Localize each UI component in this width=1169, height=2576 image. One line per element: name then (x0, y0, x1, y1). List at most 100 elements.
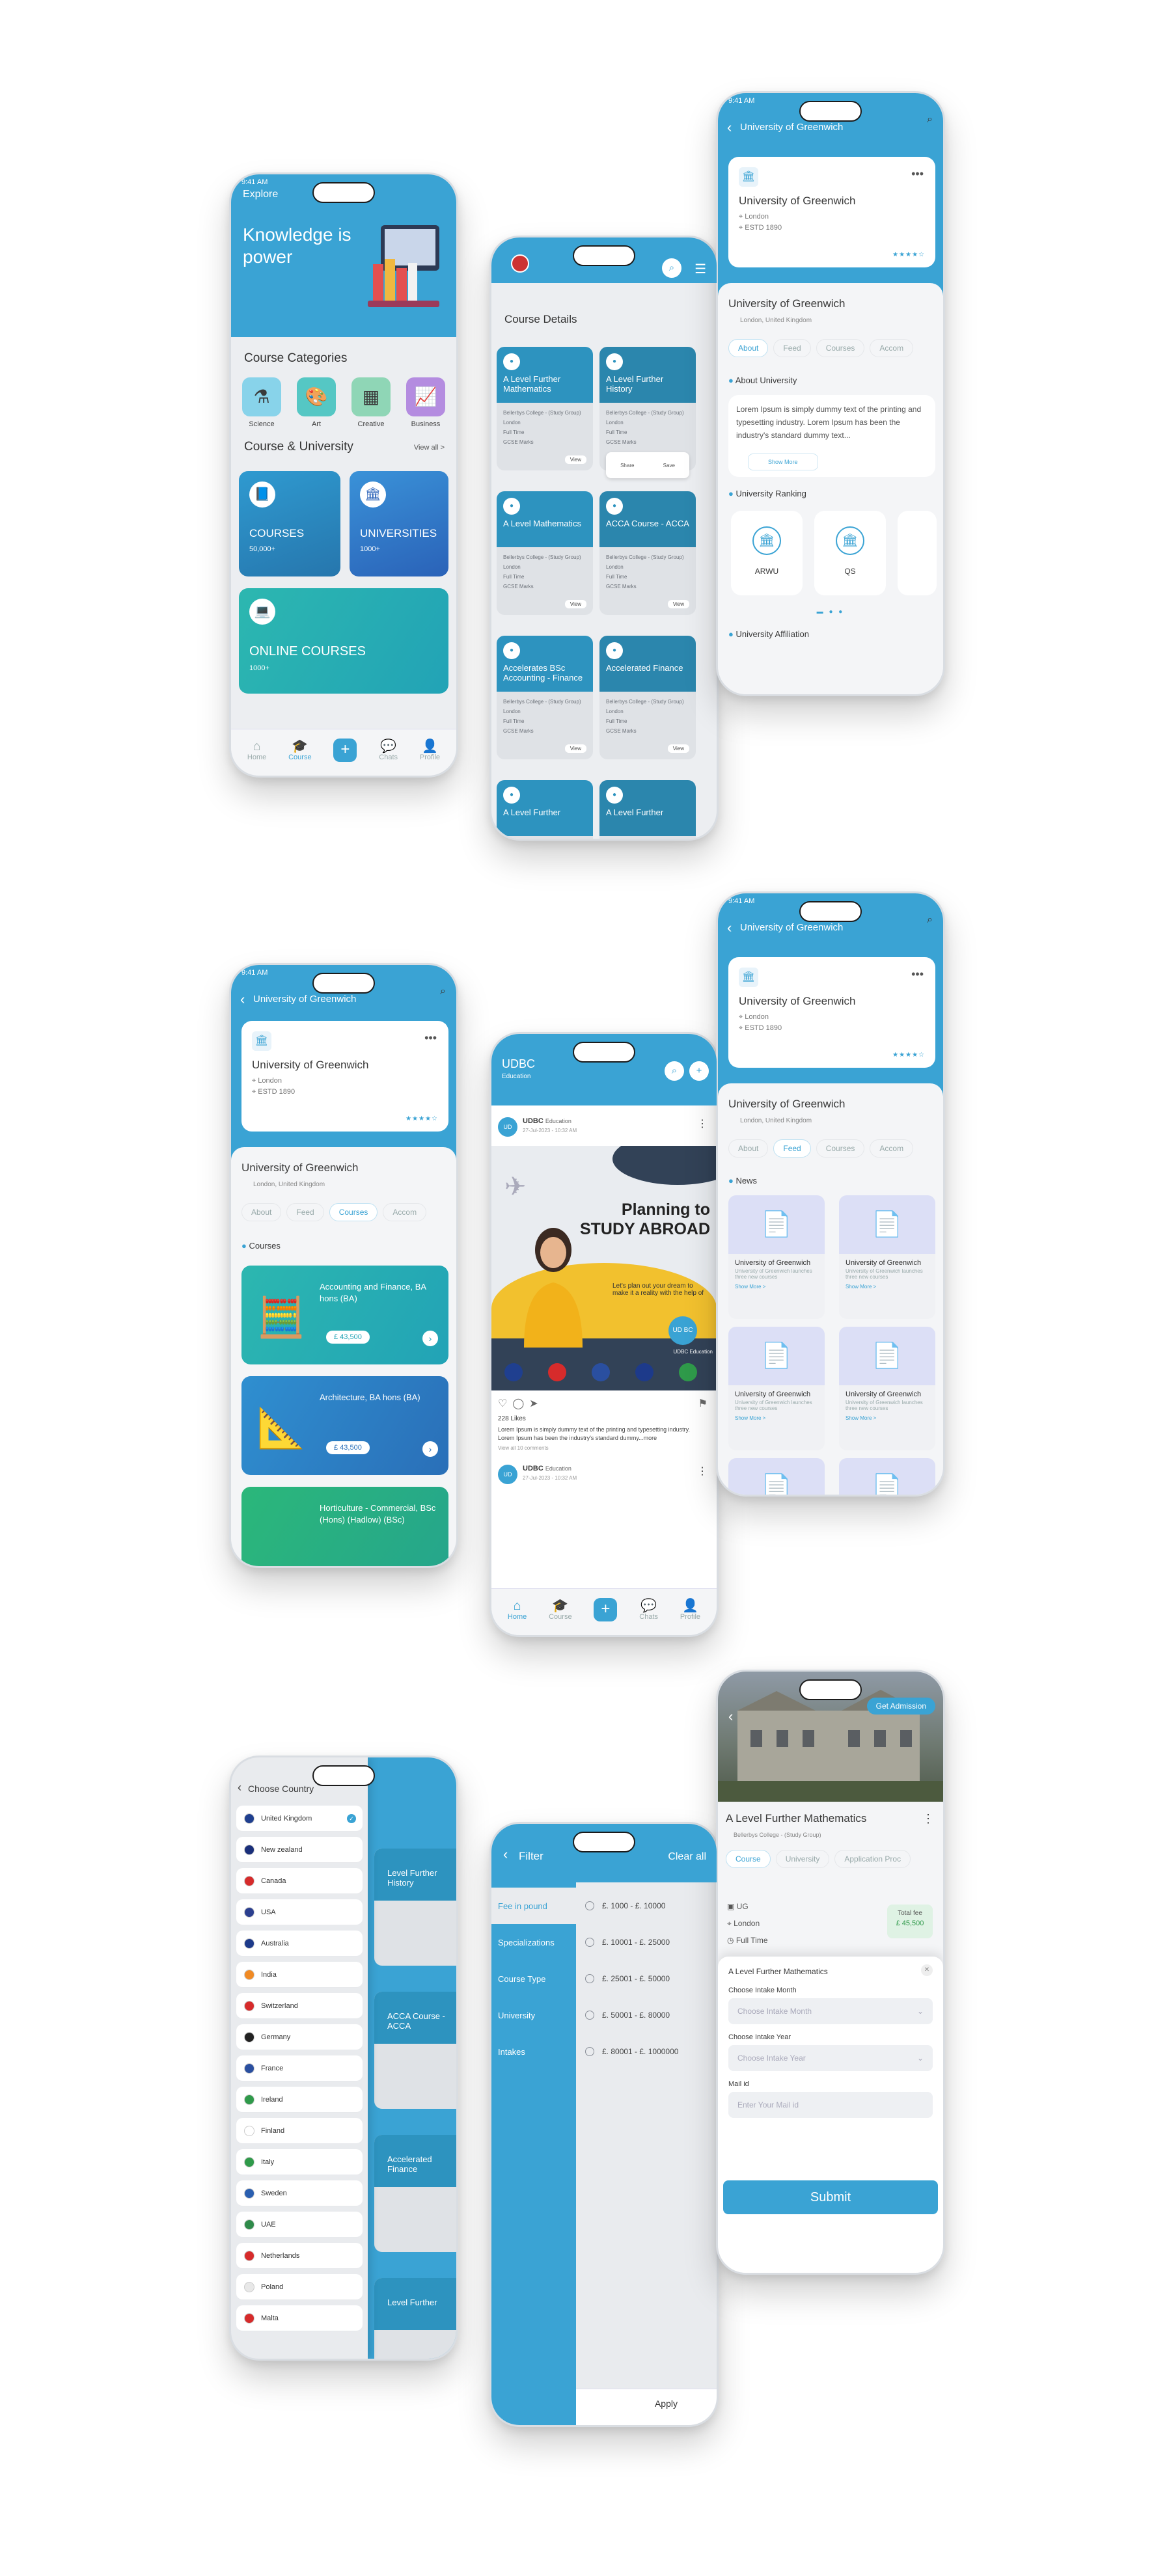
course-card-3[interactable]: Horticulture - Commercial, BSc (Hons) (H… (241, 1487, 448, 1566)
course-tile[interactable]: ● A Level Further Bellerbys College - (Stu… (599, 780, 696, 839)
search-icon[interactable]: ⌕ (662, 258, 681, 278)
country-item[interactable]: Sweden (236, 2180, 363, 2206)
news-show-more[interactable]: Show More > (728, 1411, 825, 1425)
news-show-more[interactable]: Show More > (839, 1280, 935, 1294)
country-item[interactable]: Malta (236, 2305, 363, 2331)
post-avatar[interactable]: UD (498, 1117, 517, 1137)
news-show-more[interactable]: Show More > (839, 1411, 935, 1425)
country-item[interactable]: Ireland (236, 2087, 363, 2113)
course-tile[interactable]: ● Accelerated Finance Bellerbys College - … (599, 636, 696, 759)
tab-course[interactable]: 🎓 Course (549, 1599, 571, 1621)
search-icon[interactable]: ⌕ (665, 1061, 684, 1081)
view-comments-link[interactable]: View all 10 comments (498, 1445, 549, 1451)
tab-accom[interactable]: Accom (870, 1139, 914, 1158)
arrow-right-icon[interactable]: › (422, 1331, 438, 1346)
tab-courses[interactable]: Courses (329, 1203, 378, 1221)
post-banner[interactable]: ✈ Planning to STUDY ABROAD Let's plan ou… (491, 1146, 717, 1390)
uk-flag-icon[interactable] (511, 254, 529, 273)
more-icon[interactable]: ••• (424, 1031, 437, 1045)
course-card-2[interactable]: 📐 Architecture, BA hons (BA) £ 43,500 › (241, 1376, 448, 1475)
view-button[interactable]: View (564, 455, 586, 464)
search-icon[interactable]: ⌕ (927, 114, 933, 126)
tab-university[interactable]: University (775, 1850, 830, 1868)
share-icon[interactable]: ➤ (529, 1398, 543, 1409)
search-icon[interactable]: ⌕ (927, 914, 933, 926)
country-item[interactable]: Netherlands (236, 2243, 363, 2269)
tab-accom[interactable]: Accom (383, 1203, 427, 1221)
country-item[interactable]: Switzerland (236, 1993, 363, 2019)
country-item[interactable]: France (236, 2055, 363, 2081)
country-item[interactable]: United Kingdom ✓ (236, 1806, 363, 1832)
course-more-icon[interactable]: ⋮ (922, 1812, 934, 1826)
tab-course[interactable]: Course (726, 1850, 771, 1868)
apply-button[interactable]: Apply (655, 2398, 678, 2409)
mail-input[interactable]: Enter Your Mail id (728, 2092, 933, 2118)
view-button[interactable]: View (667, 744, 689, 753)
fee-option-5[interactable]: £. 80001 - £. 1000000 (576, 2033, 717, 2070)
tab-about[interactable]: About (728, 339, 769, 357)
category-business[interactable]: 📈 Business (403, 377, 448, 428)
post2-avatar[interactable]: UD (498, 1465, 517, 1484)
view-button[interactable]: View (564, 600, 586, 608)
course-tile[interactable]: ● ACCA Course - ACCA Bellerbys College - (… (599, 491, 696, 615)
tab-about[interactable]: About (728, 1139, 769, 1158)
menu-icon[interactable]: ☰ (695, 261, 706, 277)
tab-feed[interactable]: Feed (286, 1203, 324, 1221)
news-card[interactable]: 📄 University of Greenwich University of Gr… (728, 1327, 825, 1450)
fee-option-1[interactable]: £. 1000 - £. 10000 (576, 1888, 717, 1924)
back-icon[interactable]: ‹ (727, 919, 732, 936)
tab-feed[interactable]: Feed (773, 339, 811, 357)
back-icon[interactable]: ‹ (728, 1708, 733, 1725)
back-icon[interactable]: ‹ (503, 1847, 508, 1862)
tab-home[interactable]: ⌂ Home (508, 1599, 527, 1621)
comment-icon[interactable]: ◯ (512, 1398, 529, 1409)
country-item[interactable]: Finland (236, 2118, 363, 2144)
search-icon[interactable]: ⌕ (440, 986, 446, 997)
news-card[interactable]: 📄 University of Greenwich University of Gr… (728, 1195, 825, 1319)
country-item[interactable]: USA (236, 1899, 363, 1925)
submit-button[interactable]: Submit (723, 2180, 938, 2214)
tab-about[interactable]: About (241, 1203, 282, 1221)
show-more-button[interactable]: Show More (748, 454, 818, 470)
share-option[interactable]: Share (620, 463, 634, 468)
add-button[interactable]: + (594, 1597, 618, 1621)
tab-home[interactable]: ⌂ Home (247, 739, 266, 761)
country-item[interactable]: UAE (236, 2212, 363, 2238)
intake-month-select[interactable]: Choose Intake Month ⌄ (728, 1998, 933, 2024)
close-icon[interactable]: ✕ (921, 1964, 933, 1976)
news-show-more[interactable]: Show More > (728, 1280, 825, 1294)
country-item[interactable]: Germany (236, 2024, 363, 2050)
universities-card[interactable]: 🏛 UNIVERSITIES 1000+ (350, 471, 448, 576)
online-courses-card[interactable]: 💻 ONLINE COURSES 1000+ (239, 588, 448, 694)
more-icon[interactable]: ••• (911, 167, 924, 181)
rank-card-qs[interactable]: 🏛 QS (814, 511, 886, 595)
save-option[interactable]: Save (663, 463, 675, 468)
fee-option-3[interactable]: £. 25001 - £. 50000 (576, 1960, 717, 1997)
country-item[interactable]: Poland (236, 2274, 363, 2300)
post-more-icon[interactable]: ⋮ (697, 1117, 708, 1130)
course-tile[interactable]: ● A Level Mathematics Bellerbys College - … (497, 491, 593, 615)
heart-icon[interactable]: ♡ (498, 1398, 512, 1409)
post2-more-icon[interactable]: ⋮ (697, 1465, 708, 1478)
clear-all-button[interactable]: Clear all (668, 1851, 706, 1863)
country-item[interactable]: Italy (236, 2149, 363, 2175)
bookmark-icon[interactable]: ⚑ (698, 1397, 708, 1410)
fee-option-4[interactable]: £. 50001 - £. 80000 (576, 1997, 717, 2033)
category-science[interactable]: ⚗ Science (239, 377, 284, 428)
news-card[interactable]: 📄 University of Greenwich University of Gr… (839, 1195, 935, 1319)
tab-course[interactable]: 🎓 Course (288, 739, 311, 761)
courses-card[interactable]: 📘 COURSES 50,000+ (239, 471, 340, 576)
add-button[interactable]: + (333, 738, 357, 762)
tab-chats[interactable]: 💬 Chats (639, 1599, 658, 1621)
more-icon[interactable]: ••• (911, 968, 924, 981)
country-item[interactable]: Australia (236, 1931, 363, 1957)
category-art[interactable]: 🎨 Art (294, 377, 339, 428)
category-creative[interactable]: ▦ Creative (348, 377, 394, 428)
course-tile[interactable]: ● A Level Further Mathematics Bellerbys Co… (497, 347, 593, 470)
filter-intakes[interactable]: Intakes (491, 2033, 576, 2070)
news-card[interactable]: 📄 (728, 1458, 825, 1495)
tab-feed[interactable]: Feed (773, 1139, 811, 1158)
country-item[interactable]: New zealand (236, 1837, 363, 1863)
filter-specializations[interactable]: Specializations (491, 1924, 576, 1960)
tab-courses[interactable]: Courses (816, 339, 865, 357)
